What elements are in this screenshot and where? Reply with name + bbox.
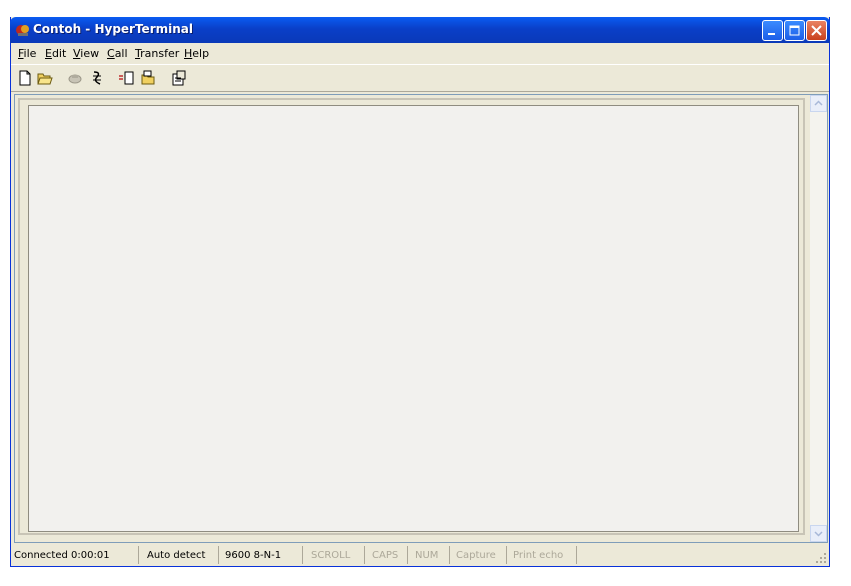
toolbar (11, 64, 829, 92)
status-detect: Auto detect (145, 546, 219, 564)
menu-edit[interactable]: Edit (45, 47, 66, 60)
status-settings: 9600 8-N-1 (223, 546, 303, 564)
status-bar: Connected 0:00:01 Auto detect 9600 8-N-1… (11, 544, 829, 566)
connect-icon[interactable] (67, 70, 83, 86)
maximize-button[interactable] (784, 20, 805, 41)
status-caps: CAPS (370, 546, 408, 564)
send-icon[interactable] (118, 70, 134, 86)
chevron-down-icon (814, 531, 823, 537)
status-scroll: SCROLL (309, 546, 365, 564)
hyperterminal-app-icon[interactable] (15, 22, 31, 38)
minimize-icon (768, 33, 775, 35)
menu-view[interactable]: View (73, 47, 99, 60)
terminal-area (14, 94, 828, 543)
menu-help[interactable]: Help (184, 47, 209, 60)
properties-icon[interactable] (171, 70, 187, 86)
close-button[interactable] (806, 20, 827, 41)
resize-grip-icon[interactable] (815, 552, 827, 564)
chevron-up-icon (814, 100, 823, 106)
close-icon (811, 25, 822, 36)
title-bar[interactable]: Contoh - HyperTerminal (10, 17, 830, 43)
vertical-scrollbar[interactable] (810, 95, 827, 542)
status-print-echo: Print echo (511, 546, 577, 564)
disconnect-icon[interactable] (89, 70, 105, 86)
maximize-icon (789, 25, 800, 36)
open-folder-icon[interactable] (37, 70, 53, 86)
menu-file[interactable]: File (18, 47, 36, 60)
window-title: Contoh - HyperTerminal (33, 22, 193, 36)
menu-call[interactable]: Call (107, 47, 128, 60)
status-connected: Connected 0:00:01 (12, 546, 139, 564)
scroll-up-button[interactable] (810, 95, 827, 112)
terminal-screen[interactable] (28, 105, 799, 532)
terminal-frame (18, 98, 805, 535)
menu-bar: File Edit View Call Transfer Help (11, 43, 829, 63)
hyperterminal-window: Contoh - HyperTerminal File Edit View Ca… (10, 17, 830, 567)
status-capture: Capture (454, 546, 507, 564)
minimize-button[interactable] (762, 20, 783, 41)
scroll-down-button[interactable] (810, 525, 827, 542)
status-num: NUM (413, 546, 450, 564)
menu-transfer[interactable]: Transfer (135, 47, 179, 60)
receive-icon[interactable] (140, 70, 156, 86)
new-file-icon[interactable] (17, 70, 33, 86)
